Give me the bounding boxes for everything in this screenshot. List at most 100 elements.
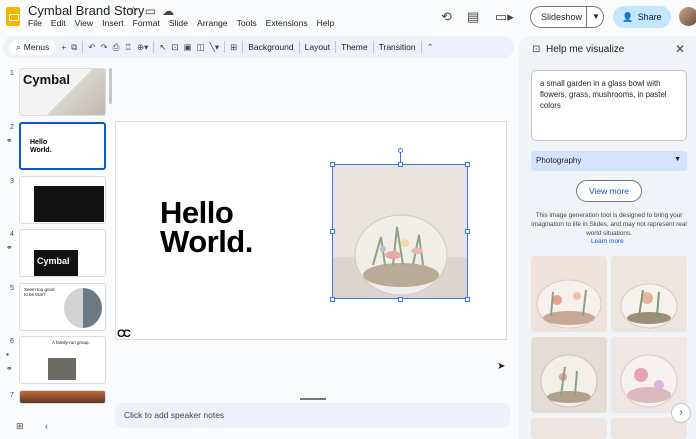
slide-thumbnail-3[interactable] — [19, 176, 106, 224]
resize-handle[interactable] — [398, 297, 403, 302]
menu-extensions[interactable]: Extensions — [266, 18, 308, 28]
resize-handle[interactable] — [330, 162, 335, 167]
menu-slide[interactable]: Slide — [169, 18, 188, 28]
slide-number: 5 — [10, 285, 14, 292]
avatar[interactable] — [679, 7, 696, 26]
divider — [82, 41, 84, 53]
line-icon[interactable]: ╲▾ — [210, 42, 219, 53]
redo-icon[interactable]: ↷ — [100, 42, 107, 53]
theme-button[interactable]: Theme — [341, 42, 367, 52]
menu-format[interactable]: Format — [133, 18, 160, 28]
menu-insert[interactable]: Insert — [102, 18, 124, 28]
prompt-text: a small garden in a glass bowl with flow… — [540, 79, 667, 110]
select-icon[interactable]: ↖ — [159, 42, 166, 53]
textbox-icon[interactable]: ⊡ — [172, 42, 179, 53]
toolbar: ⌕ Menus + ⧉ ↶ ↷ ⎙ ♖ ⊕▾ ↖ ⊡ ▣ ◫ ╲▾ ⊞ Back… — [3, 36, 514, 58]
share-label: Share — [637, 12, 662, 22]
next-page-icon[interactable]: › — [671, 403, 691, 423]
comment-add-icon[interactable]: ⊞ — [230, 42, 237, 53]
comment-icon[interactable]: ▤ — [467, 6, 479, 28]
transition-button[interactable]: Transition — [379, 42, 416, 52]
prompt-input[interactable]: a small garden in a glass bowl with flow… — [531, 70, 687, 141]
link-icon: ⚭ — [6, 136, 13, 145]
slide-thumbnail-1[interactable]: Cymbal — [19, 68, 106, 116]
search-icon: ⌕ — [16, 41, 21, 52]
close-icon[interactable]: ✕ — [675, 42, 685, 56]
paint-format-icon[interactable]: ♖ — [124, 42, 132, 53]
notes-resize-handle[interactable] — [300, 398, 326, 400]
menu-file[interactable]: File — [28, 18, 42, 28]
video-call-icon[interactable]: ▭▸ — [495, 6, 514, 28]
share-button[interactable]: 👤 Share — [613, 6, 671, 28]
panel-title: Help me visualize — [546, 44, 625, 55]
generated-option-2[interactable] — [611, 256, 687, 332]
zoom-icon[interactable]: ⊕▾ — [137, 42, 148, 53]
collapse-toolbar-icon[interactable]: ⌃ — [427, 42, 434, 53]
background-button[interactable]: Background — [248, 42, 293, 52]
style-select[interactable]: Photography ▼ — [531, 151, 687, 171]
menu-help[interactable]: Help — [317, 18, 335, 28]
filmstrip-scrollbar[interactable] — [109, 68, 112, 104]
slide-thumbnail-7[interactable] — [19, 390, 106, 404]
comment-marker-icon: ▪ — [6, 350, 9, 359]
terrarium-thumb — [531, 337, 607, 413]
star-icon[interactable]: ☆ — [128, 4, 139, 18]
generated-option-5[interactable] — [531, 418, 607, 439]
menu-edit[interactable]: Edit — [51, 18, 66, 28]
slide-thumbnail-4[interactable]: Cymbal — [19, 229, 106, 277]
menu-view[interactable]: View — [75, 18, 93, 28]
menu-arrange[interactable]: Arrange — [197, 18, 228, 28]
new-slide-icon[interactable]: ⧉ — [71, 42, 77, 53]
headline-line-1: Hello — [160, 195, 234, 230]
divider — [335, 41, 337, 53]
thumbnail-image — [34, 186, 104, 222]
resize-handle[interactable] — [330, 229, 335, 234]
slide-thumbnail-2[interactable]: Hello World. — [19, 122, 106, 170]
view-more-button[interactable]: View more — [576, 180, 642, 202]
thumbnail-text: A family-run group. — [52, 340, 90, 345]
thumbnail-text: Cymbal — [37, 256, 70, 266]
shape-icon[interactable]: ◫ — [197, 42, 205, 53]
document-title[interactable]: Cymbal Brand Story — [28, 3, 144, 18]
generated-option-1[interactable] — [531, 256, 607, 332]
resize-handle[interactable] — [465, 229, 470, 234]
resize-handle[interactable] — [465, 162, 470, 167]
cloud-saved-icon[interactable]: ☁ — [162, 4, 174, 18]
resize-handle[interactable] — [398, 162, 403, 167]
slide-headline[interactable]: Hello World. — [160, 195, 253, 259]
layout-button[interactable]: Layout — [305, 42, 331, 52]
add-icon[interactable]: + — [61, 42, 66, 52]
menu-tools[interactable]: Tools — [237, 18, 257, 28]
generated-image[interactable] — [332, 164, 468, 299]
speaker-notes[interactable]: Click to add speaker notes — [115, 403, 510, 428]
terrarium-thumb — [611, 337, 687, 413]
image-icon[interactable]: ▣ — [184, 42, 192, 53]
slide-number: 3 — [10, 178, 14, 185]
slides-logo[interactable] — [6, 7, 20, 26]
slideshow-button[interactable]: Slideshow ▼ — [530, 6, 604, 28]
generated-option-3[interactable] — [531, 337, 607, 413]
link-icon: ⚭ — [6, 364, 13, 373]
resize-handle[interactable] — [330, 297, 335, 302]
undo-icon[interactable]: ↶ — [88, 42, 95, 53]
slide-thumbnail-5[interactable]: Seem too good to be true? — [19, 283, 106, 331]
resize-handle[interactable] — [465, 297, 470, 302]
learn-more-link[interactable]: Learn more — [591, 238, 624, 245]
collapse-filmstrip-icon[interactable]: ‹ — [45, 421, 48, 431]
generated-option-4[interactable] — [611, 337, 687, 413]
grid-view-icon[interactable]: ⊞ — [16, 421, 24, 432]
slideshow-label: Slideshow — [541, 12, 583, 22]
move-folder-icon[interactable]: ▭ — [145, 4, 156, 18]
history-icon[interactable]: ⟲ — [441, 6, 452, 28]
chevron-down-icon[interactable]: ▼ — [592, 12, 600, 21]
thumbnail-image — [64, 288, 102, 328]
print-icon[interactable]: ⎙ — [113, 42, 120, 53]
menus-search[interactable]: ⌕ Menus — [9, 39, 57, 55]
link-icon: ⚭ — [6, 243, 13, 252]
slide-number: 1 — [10, 70, 14, 77]
headline-line-2: World. — [160, 224, 253, 259]
slide-thumbnail-6[interactable]: A family-run group. — [19, 336, 106, 384]
thumbnail-text: Seem too good to be true? — [24, 287, 55, 297]
terrarium-thumb — [531, 256, 607, 332]
rotate-handle[interactable] — [398, 148, 403, 153]
